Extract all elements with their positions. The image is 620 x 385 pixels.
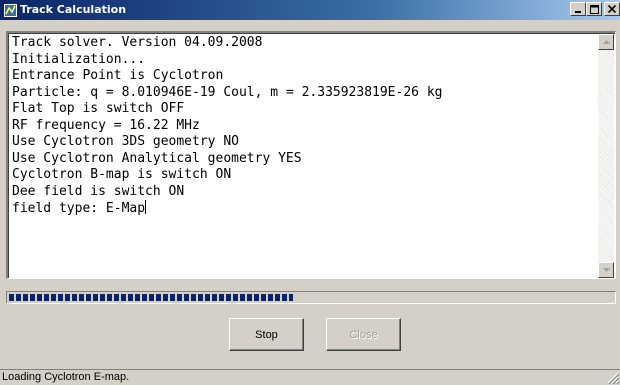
log-line: Dee field is switch ON (12, 183, 185, 199)
app-icon[interactable] (3, 3, 17, 17)
title-bar[interactable]: Track Calculation (0, 0, 620, 20)
resize-grip-icon[interactable] (607, 372, 619, 384)
text-caret (145, 200, 147, 214)
stop-button[interactable]: Stop (229, 318, 304, 351)
track-calculation-window: Track Calculation Track solver. Version … (0, 0, 620, 385)
scroll-up-arrow-icon (602, 40, 610, 44)
log-line: Track solver. Version 04.09.2008 (12, 35, 263, 50)
vertical-scrollbar[interactable] (598, 34, 614, 278)
log-line-last: field type: E-Map (12, 200, 598, 218)
maximize-icon (589, 4, 599, 14)
log-line: Use Cyclotron Analytical geometry YES (12, 150, 302, 166)
log-line: RF frequency = 16.22 MHz (12, 117, 200, 133)
log-line: Entrance Point is Cyclotron (12, 68, 224, 83)
log-line: Use Cyclotron 3DS geometry NO (12, 134, 239, 149)
log-line: Flat Top is switch OFF (12, 101, 185, 116)
status-text: Loading Cyclotron E-map. (2, 371, 130, 383)
title-buttons (570, 2, 620, 16)
log-output-area[interactable]: Track solver. Version 04.09.2008 Initiali… (6, 31, 616, 279)
progress-bar (6, 291, 616, 304)
scroll-down-button[interactable] (598, 262, 614, 278)
minimize-button[interactable] (570, 2, 586, 16)
scroll-down-arrow-icon (602, 268, 610, 272)
close-icon (608, 5, 616, 13)
log-text[interactable]: Track solver. Version 04.09.2008 Initiali… (12, 35, 598, 275)
log-line: Particle: q = 8.010946E-19 Coul, m = 2.3… (12, 84, 443, 100)
window-title: Track Calculation (20, 3, 127, 16)
close-window-button[interactable] (604, 2, 620, 16)
scroll-up-button[interactable] (598, 34, 614, 50)
log-line: Cyclotron B-map is switch ON (12, 167, 232, 182)
status-bar: Loading Cyclotron E-map. (0, 369, 620, 385)
log-line: Initialization... (12, 51, 146, 67)
close-button: Close (326, 318, 401, 351)
log-line: field type: E-Map (12, 201, 146, 216)
minimize-icon (575, 11, 581, 13)
maximize-button[interactable] (586, 2, 602, 16)
progress-fill (9, 294, 293, 301)
